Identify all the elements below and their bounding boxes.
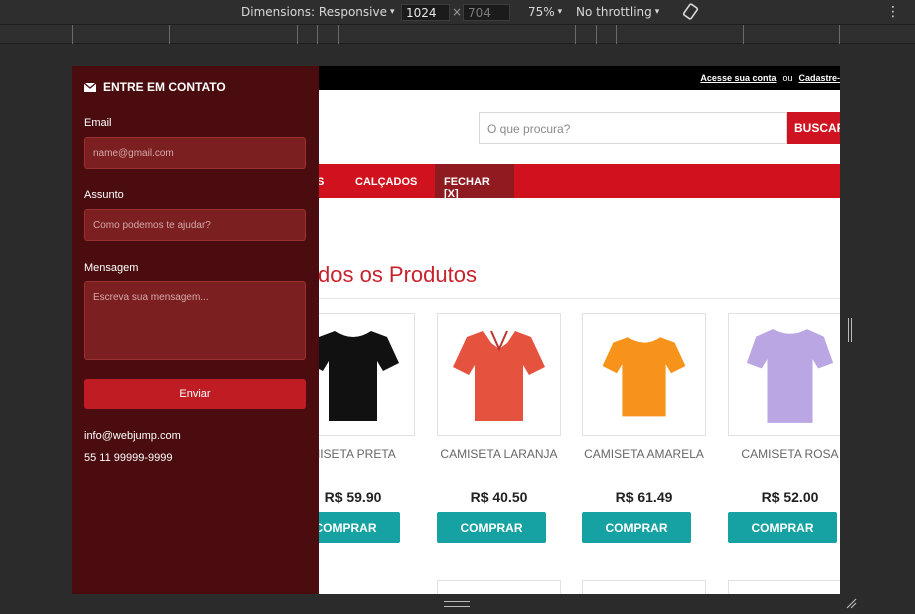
nav-item-calcados[interactable]: CALÇADOS [346, 164, 426, 198]
product-price: R$ 52.00 [761, 489, 819, 505]
ruler-tick [616, 25, 617, 44]
chevron-down-icon: ▾ [557, 7, 563, 17]
chevron-down-icon: ▾ [389, 7, 395, 17]
ruler-tick [72, 25, 73, 44]
nav-close-button[interactable]: FECHAR [X] [435, 164, 514, 200]
message-label: Mensagem [84, 262, 139, 274]
email-field[interactable]: name@gmail.com [84, 137, 306, 169]
throttling-dropdown[interactable]: No throttling ▾ [576, 5, 659, 19]
devtools-toolbar: Dimensions: Responsive ▾ 1024 × 704 75% … [0, 0, 915, 25]
product-name: CAMISETA LARANJA [440, 447, 558, 461]
more-options-icon[interactable]: ⋮ [886, 4, 900, 20]
dimensions-dropdown[interactable]: Dimensions: Responsive ▾ [241, 5, 395, 19]
ruler-tick [169, 25, 170, 44]
ruler-tick [596, 25, 597, 44]
ruler-tick [317, 25, 318, 44]
buy-button[interactable]: COMPRAR [728, 512, 837, 543]
buy-button[interactable]: COMPRAR [437, 512, 546, 543]
email-label: Email [84, 117, 112, 129]
contact-phone: 55 11 99999-9999 [84, 452, 173, 464]
resize-handle-right[interactable] [848, 318, 852, 342]
product-image[interactable] [728, 313, 840, 436]
contact-title: ENTRE EM CONTATO [84, 80, 226, 94]
login-link[interactable]: Acesse sua conta [700, 73, 776, 83]
ruler-tick [743, 25, 744, 44]
media-query-ruler [0, 25, 915, 44]
product-price: R$ 40.50 [470, 489, 528, 505]
product-card-next-row [582, 580, 706, 594]
chevron-down-icon: ▾ [654, 7, 660, 17]
ruler-tick [839, 25, 840, 44]
product-card: CAMISETA AMARELA R$ 61.49 COMPRAR [582, 313, 706, 543]
resize-handle-bottom[interactable] [444, 601, 470, 607]
zoom-dropdown[interactable]: 75% ▾ [528, 5, 562, 19]
ruler-tick [338, 25, 339, 44]
subject-label: Assunto [84, 189, 124, 201]
dimensions-label: Dimensions: Responsive [241, 5, 387, 19]
product-price: R$ 61.49 [615, 489, 673, 505]
divider [312, 298, 840, 299]
envelope-icon [84, 82, 96, 92]
height-input[interactable]: 704 [463, 4, 510, 21]
ruler-tick [575, 25, 576, 44]
buy-button[interactable]: COMPRAR [582, 512, 691, 543]
product-name: CAMISETA AMARELA [584, 447, 704, 461]
contact-sidebar: ENTRE EM CONTATO Email name@gmail.com As… [72, 66, 319, 594]
or-text: ou [782, 73, 793, 83]
contact-email: info@webjump.com [84, 430, 181, 442]
register-link[interactable]: Cadastre- [798, 73, 840, 83]
rotate-icon[interactable] [682, 3, 699, 20]
product-card-next-row [437, 580, 561, 594]
product-card-next-row [728, 580, 840, 594]
search-input[interactable]: O que procura? [479, 112, 787, 144]
zoom-label: 75% [528, 5, 555, 19]
product-image[interactable] [437, 313, 561, 436]
contact-title-text: ENTRE EM CONTATO [103, 80, 226, 94]
message-textarea[interactable]: Escreva sua mensagem... [84, 281, 306, 360]
times-sign: × [452, 5, 463, 19]
resize-corner-icon[interactable] [845, 597, 857, 609]
width-input[interactable]: 1024 [401, 4, 450, 21]
throttling-label: No throttling [576, 5, 652, 19]
product-name: CAMISETA ROSA [741, 447, 839, 461]
subject-field[interactable]: Como podemos te ajudar? [84, 209, 306, 241]
product-image[interactable] [582, 313, 706, 436]
ruler-tick [297, 25, 298, 44]
product-card: CAMISETA LARANJA R$ 40.50 COMPRAR [437, 313, 561, 543]
search-button[interactable]: BUSCAR [787, 112, 840, 144]
page-title: dos os Produtos [318, 262, 477, 287]
product-card: CAMISETA ROSA R$ 52.00 COMPRAR [728, 313, 840, 543]
send-button[interactable]: Enviar [84, 379, 306, 409]
